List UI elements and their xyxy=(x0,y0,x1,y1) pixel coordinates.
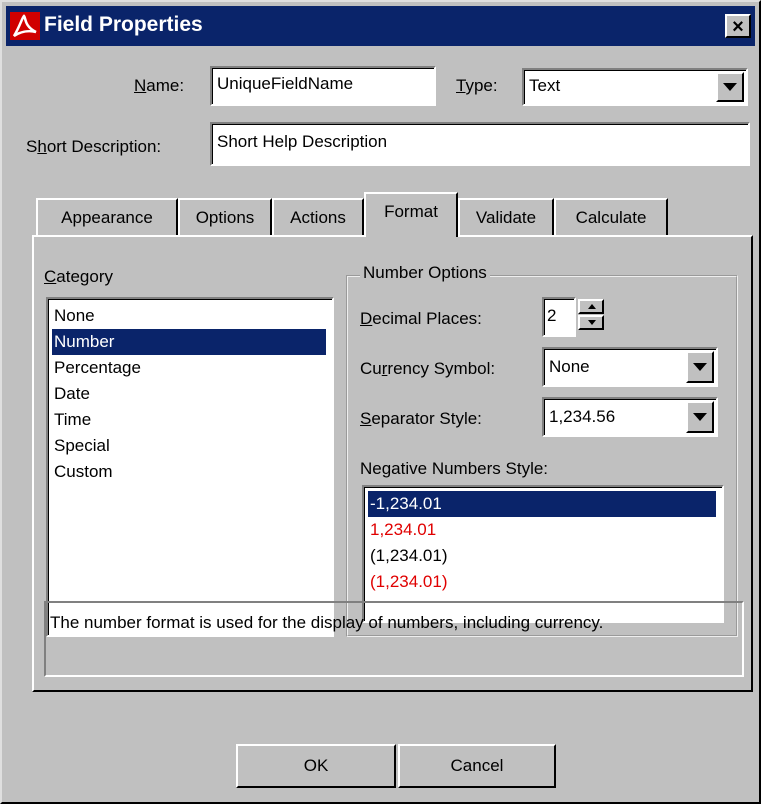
acrobat-icon xyxy=(10,12,40,40)
close-icon: × xyxy=(732,16,744,38)
close-button[interactable]: × xyxy=(725,14,751,38)
list-item[interactable]: Time xyxy=(52,407,326,433)
tab-calculate[interactable]: Calculate xyxy=(554,198,668,236)
decimal-places-label: Decimal Places: xyxy=(360,309,482,328)
list-item[interactable]: Custom xyxy=(52,459,326,485)
list-item[interactable]: None xyxy=(52,303,326,329)
separator-style-select[interactable]: 1,234.56 xyxy=(542,397,718,437)
type-select[interactable]: Text xyxy=(522,68,748,106)
list-item-selected[interactable]: -1,234.01 xyxy=(368,491,716,517)
category-label: Category xyxy=(44,267,113,286)
type-label: Type: xyxy=(456,76,498,95)
title-bar: Field Properties × xyxy=(6,6,755,46)
tab-options[interactable]: Options xyxy=(178,198,272,236)
currency-symbol-select[interactable]: None xyxy=(542,347,718,387)
number-options-label: Number Options xyxy=(360,263,490,283)
type-dropdown-button[interactable] xyxy=(716,72,744,102)
negative-numbers-label: Negative Numbers Style: xyxy=(360,459,549,478)
increment-button[interactable] xyxy=(578,299,604,314)
chevron-down-icon xyxy=(693,413,707,421)
arrow-down-icon xyxy=(588,320,596,325)
name-input[interactable]: UniqueFieldName xyxy=(210,66,436,106)
arrow-up-icon xyxy=(588,304,596,309)
field-properties-dialog: Field Properties × Name: UniqueFieldName… xyxy=(0,0,761,804)
decimal-places-input[interactable]: 2 xyxy=(542,297,576,337)
list-item-selected[interactable]: Number xyxy=(52,329,326,355)
list-item[interactable]: (1,234.01) xyxy=(368,543,716,569)
chevron-down-icon xyxy=(693,363,707,371)
window-title: Field Properties xyxy=(44,13,203,36)
description-box: The number format is used for the displa… xyxy=(44,601,744,677)
decimal-places-stepper[interactable] xyxy=(578,299,604,331)
list-item[interactable]: Special xyxy=(52,433,326,459)
separator-style-label: Separator Style: xyxy=(360,409,482,428)
chevron-down-icon xyxy=(723,83,737,91)
list-item[interactable]: 1,234.01 xyxy=(368,517,716,543)
ok-button[interactable]: OK xyxy=(236,744,396,788)
list-item[interactable]: Percentage xyxy=(52,355,326,381)
tab-actions[interactable]: Actions xyxy=(272,198,364,236)
short-description-input[interactable]: Short Help Description xyxy=(210,122,750,166)
short-description-label: Short Description: xyxy=(26,137,162,156)
description-text: The number format is used for the displa… xyxy=(50,613,604,632)
category-list[interactable]: None Number Percentage Date Time Special… xyxy=(46,297,334,637)
cancel-button[interactable]: Cancel xyxy=(398,744,556,788)
tab-format[interactable]: Format xyxy=(364,192,458,237)
format-tab-panel: Category None Number Percentage Date Tim… xyxy=(32,235,753,692)
name-label: Name: xyxy=(134,76,185,95)
tab-validate[interactable]: Validate xyxy=(458,198,554,236)
currency-dropdown-button[interactable] xyxy=(686,351,714,383)
currency-symbol-label: Currency Symbol: xyxy=(360,359,496,378)
list-item[interactable]: Date xyxy=(52,381,326,407)
decrement-button[interactable] xyxy=(578,315,604,330)
list-item[interactable]: (1,234.01) xyxy=(368,569,716,595)
tab-appearance[interactable]: Appearance xyxy=(36,198,178,236)
separator-dropdown-button[interactable] xyxy=(686,401,714,433)
